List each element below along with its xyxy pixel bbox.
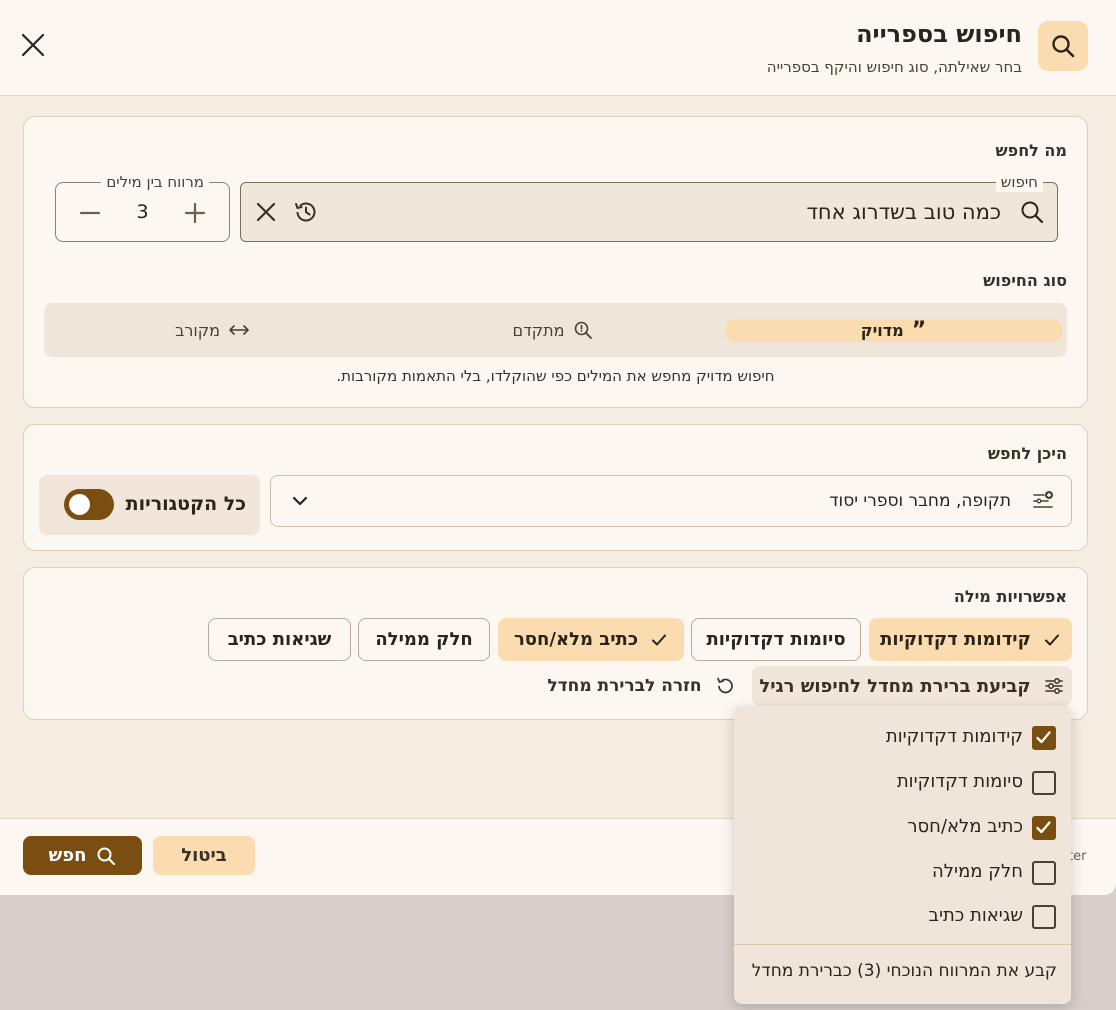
- dialog-header: חיפוש בספרייה בחר שאילתה, סוג חיפוש והיק…: [0, 0, 1116, 96]
- search-type-selector: ” מדויק מתקדם מקורב: [44, 303, 1067, 357]
- menu-item-label: שגיאות כתיב: [928, 905, 1023, 926]
- menu-item-spelling[interactable]: כתיב מלא/חסר: [734, 806, 1071, 850]
- all-categories-label: כל הקטגוריות: [125, 493, 246, 515]
- chip-label: שגיאות כתיב: [227, 629, 332, 650]
- search-button[interactable]: חפש: [23, 836, 142, 875]
- sliders-icon: [1043, 675, 1065, 697]
- search-type-approx-label: מקורב: [175, 320, 220, 340]
- chevron-down-icon: [291, 492, 309, 510]
- all-categories-toggle-box: כל הקטגוריות: [39, 475, 260, 535]
- category-select-text: תקופה, מחבר וספרי יסוד: [829, 491, 1011, 511]
- menu-item-label: סיומות דקדוקיות: [896, 771, 1023, 792]
- undo-icon: [714, 675, 736, 697]
- what-to-search-card: מה לחפש חיפוש כמה טוב בשדרוג אחד מרווח ב…: [23, 116, 1088, 408]
- clear-icon[interactable]: [253, 199, 279, 225]
- chip-suffixes[interactable]: סיומות דקדוקיות: [691, 618, 861, 661]
- search-input[interactable]: חיפוש כמה טוב בשדרוג אחד: [240, 172, 1058, 242]
- search-type-advanced-label: מתקדם: [512, 320, 565, 340]
- menu-item-typos[interactable]: שגיאות כתיב: [734, 895, 1071, 939]
- where-to-search-card: היכן לחפש תקופה, מחבר וספרי יסוד כל הקטג…: [23, 424, 1088, 551]
- search-field-label: חיפוש: [995, 172, 1043, 192]
- quote-icon: ”: [911, 317, 927, 343]
- toggle-knob: [69, 494, 90, 515]
- search-button-label: חפש: [48, 845, 87, 866]
- section-label-what: מה לחפש: [995, 141, 1067, 160]
- search-icon: [1038, 21, 1088, 71]
- checkbox-checked-icon[interactable]: [1032, 726, 1056, 750]
- search-type-advanced[interactable]: מתקדם: [384, 303, 721, 357]
- chip-label: סיומות דקדוקיות: [706, 629, 846, 650]
- chip-partial-word[interactable]: חלק ממילה: [358, 618, 490, 661]
- menu-item-prefixes[interactable]: קידומות דקדוקיות: [734, 716, 1071, 760]
- spacing-field-label: מרווח בין מילים: [101, 172, 209, 192]
- filter-add-icon: [1031, 489, 1055, 513]
- search-icon: [96, 846, 116, 866]
- reset-default-button[interactable]: חזרה לברירת מחדל: [544, 666, 739, 706]
- search-type-exact-label: מדויק: [860, 321, 904, 340]
- dialog-subtitle: בחר שאילתה, סוג חיפוש והיקף בספרייה: [766, 58, 1022, 76]
- word-options-card: אפשרויות מילה קידומות דקדוקיות סיומות דק…: [23, 567, 1088, 720]
- search-icon: [1019, 199, 1045, 225]
- checkbox-unchecked-icon[interactable]: [1032, 905, 1056, 929]
- section-label-search-type: סוג החיפוש: [983, 271, 1067, 290]
- set-default-button[interactable]: קביעת ברירת מחדל לחיפוש רגיל: [752, 666, 1072, 706]
- checkbox-unchecked-icon[interactable]: [1032, 771, 1056, 795]
- check-icon: [1043, 631, 1061, 649]
- section-label-where: היכן לחפש: [987, 444, 1067, 463]
- arrows-horizontal-icon: [228, 322, 250, 338]
- chip-label: חלק ממילה: [375, 629, 473, 650]
- check-icon: [650, 631, 668, 649]
- history-icon[interactable]: [293, 199, 319, 225]
- search-query-text[interactable]: כמה טוב בשדרוג אחד: [806, 200, 1001, 224]
- cancel-button[interactable]: ביטול: [153, 836, 255, 875]
- section-label-word-options: אפשרויות מילה: [953, 587, 1067, 606]
- menu-divider: [734, 944, 1071, 945]
- search-type-exact[interactable]: ” מדויק: [725, 319, 1062, 342]
- category-select[interactable]: תקופה, מחבר וספרי יסוד: [270, 475, 1072, 527]
- cancel-button-label: ביטול: [181, 845, 227, 866]
- dialog-title: חיפוש בספרייה: [856, 20, 1022, 48]
- menu-item-suffixes[interactable]: סיומות דקדוקיות: [734, 761, 1071, 805]
- search-icon: [573, 320, 593, 340]
- set-default-label: קביעת ברירת מחדל לחיפוש רגיל: [759, 675, 1031, 697]
- chip-prefixes[interactable]: קידומות דקדוקיות: [869, 618, 1072, 661]
- menu-item-label: כתיב מלא/חסר: [907, 816, 1023, 837]
- menu-item-label: קידומות דקדוקיות: [885, 726, 1023, 747]
- word-spacing-stepper: מרווח בין מילים 3: [55, 172, 230, 242]
- search-type-description: חיפוש מדויק מחפש את המילים כפי שהוקלדו, …: [336, 367, 775, 385]
- checkbox-unchecked-icon[interactable]: [1032, 861, 1056, 885]
- chip-label: כתיב מלא/חסר: [513, 629, 639, 650]
- set-spacing-default-action[interactable]: קבע את המרווח הנוכחי (3) כברירת מחדל: [752, 961, 1057, 981]
- reset-default-label: חזרה לברירת מחדל: [547, 676, 702, 696]
- close-icon[interactable]: [18, 30, 48, 60]
- menu-item-label: חלק ממילה: [932, 861, 1023, 882]
- chip-label: קידומות דקדוקיות: [880, 629, 1031, 650]
- menu-item-partial-word[interactable]: חלק ממילה: [734, 851, 1071, 895]
- default-options-menu: קידומות דקדוקיות סיומות דקדוקיות כתיב מל…: [734, 706, 1071, 1004]
- chip-spelling[interactable]: כתיב מלא/חסר: [498, 618, 684, 661]
- search-type-approx[interactable]: מקורב: [44, 303, 381, 357]
- plus-icon[interactable]: [183, 201, 207, 225]
- checkbox-checked-icon[interactable]: [1032, 816, 1056, 840]
- chip-typos[interactable]: שגיאות כתיב: [208, 618, 351, 661]
- all-categories-toggle[interactable]: [64, 489, 114, 520]
